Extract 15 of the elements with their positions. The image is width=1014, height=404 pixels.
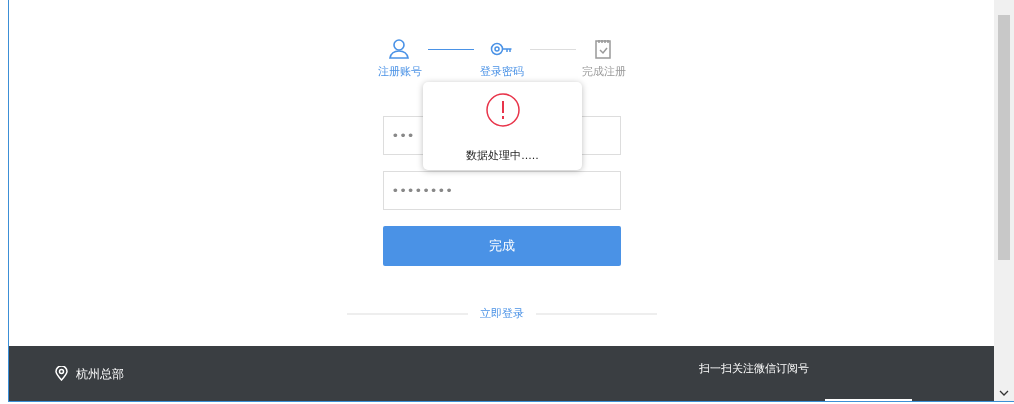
step-label: 登录密码 bbox=[479, 64, 524, 80]
location-pin-icon bbox=[55, 366, 68, 381]
location-label: 杭州总部 bbox=[76, 365, 124, 383]
login-link[interactable]: 立即登录 bbox=[479, 305, 524, 322]
subscribe-caption: 扫一扫关注微信订阅号 bbox=[699, 361, 809, 378]
step-label: 完成注册 bbox=[581, 64, 626, 80]
step-label: 注册账号 bbox=[377, 64, 422, 80]
password-field[interactable]: •••••••• bbox=[382, 170, 621, 210]
scroll-down-icon[interactable] bbox=[999, 390, 1009, 397]
finish-button[interactable]: 完成 bbox=[382, 225, 621, 266]
user-icon bbox=[388, 38, 411, 60]
scrollbar-thumb[interactable] bbox=[998, 15, 1010, 260]
warning-icon bbox=[484, 92, 521, 128]
dialog-message: 数据处理中..... bbox=[466, 148, 539, 164]
scrollbar[interactable] bbox=[994, 0, 1014, 401]
